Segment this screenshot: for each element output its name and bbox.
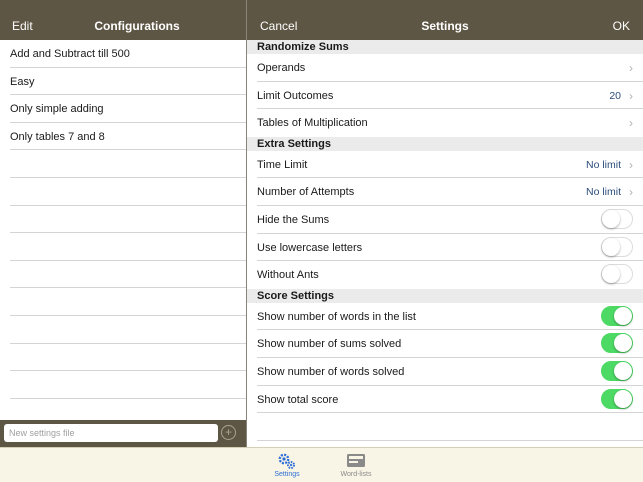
- time-limit-row[interactable]: Time Limit No limit ›: [257, 151, 643, 179]
- sums-solved-toggle[interactable]: [601, 333, 633, 354]
- tab-settings[interactable]: Settings: [257, 451, 317, 478]
- lowercase-letters-row: Use lowercase letters: [257, 234, 643, 262]
- words-solved-toggle[interactable]: [601, 360, 633, 381]
- list-item[interactable]: Add and Subtract till 500: [10, 40, 246, 68]
- section-header-score: Score Settings: [247, 288, 643, 303]
- tab-word-lists-label: Word-lists: [340, 471, 372, 478]
- chevron-right-icon: ›: [629, 61, 633, 75]
- without-ants-row: Without Ants: [257, 261, 643, 289]
- list-item[interactable]: Only tables 7 and 8: [10, 123, 246, 151]
- toggle-knob: [614, 389, 632, 408]
- hide-sums-row: Hide the Sums: [257, 206, 643, 234]
- toggle-knob: [614, 334, 632, 353]
- total-score-row: Show total score: [257, 386, 643, 414]
- chevron-right-icon: ›: [629, 157, 633, 172]
- toggle-knob: [602, 209, 620, 228]
- new-settings-file-input[interactable]: [4, 424, 218, 442]
- empty-row: [10, 233, 246, 261]
- settings-title: Settings: [421, 19, 469, 33]
- configurations-header: Edit Configurations: [0, 0, 246, 40]
- chevron-right-icon: ›: [629, 185, 633, 200]
- hide-sums-label: Hide the Sums: [257, 213, 330, 226]
- number-of-attempts-value: No limit: [585, 186, 621, 199]
- limit-outcomes-label: Limit Outcomes: [257, 89, 334, 102]
- toggle-knob: [614, 361, 632, 380]
- empty-row: [10, 178, 246, 206]
- section-header-extra: Extra Settings: [247, 136, 643, 151]
- empty-row: [10, 288, 246, 316]
- lowercase-letters-toggle[interactable]: [601, 236, 633, 257]
- without-ants-label: Without Ants: [257, 269, 319, 282]
- empty-row: [10, 371, 246, 399]
- total-score-label: Show total score: [257, 393, 339, 406]
- tab-settings-label: Settings: [274, 471, 300, 478]
- words-in-list-label: Show number of words in the list: [257, 310, 416, 323]
- lowercase-letters-label: Use lowercase letters: [257, 241, 363, 254]
- gears-icon: [257, 451, 317, 471]
- ok-button[interactable]: OK: [613, 19, 630, 33]
- list-item[interactable]: Only simple adding: [10, 95, 246, 123]
- sums-solved-row: Show number of sums solved: [257, 330, 643, 358]
- tables-of-multiplication-label: Tables of Multiplication: [257, 117, 368, 130]
- words-solved-row: Show number of words solved: [257, 358, 643, 386]
- toggle-knob: [602, 265, 620, 284]
- configurations-pane: Edit Configurations Add and Subtract til…: [0, 0, 246, 447]
- configurations-title: Configurations: [94, 19, 180, 33]
- limit-outcomes-row[interactable]: Limit Outcomes 20 ›: [257, 82, 643, 110]
- time-limit-label: Time Limit: [257, 158, 308, 171]
- settings-pane: Cancel Settings OK Randomize Sums Operan…: [247, 0, 643, 447]
- empty-row: [257, 413, 643, 441]
- tables-of-multiplication-row[interactable]: Tables of Multiplication ›: [257, 109, 643, 137]
- chevron-right-icon: ›: [629, 116, 633, 131]
- settings-header: Cancel Settings OK: [247, 0, 643, 40]
- toggle-knob: [614, 306, 632, 325]
- settings-list: Randomize Sums Operands › Limit Outcomes…: [247, 40, 643, 441]
- limit-outcomes-value: 20: [609, 89, 621, 102]
- words-solved-label: Show number of words solved: [257, 365, 405, 378]
- operands-label: Operands: [257, 62, 306, 74]
- operands-row[interactable]: Operands ›: [257, 54, 643, 82]
- empty-row: [10, 261, 246, 289]
- words-in-list-toggle[interactable]: [601, 305, 633, 326]
- chevron-right-icon: ›: [629, 88, 633, 103]
- without-ants-toggle[interactable]: [601, 264, 633, 285]
- plus-circle-icon[interactable]: +: [221, 425, 236, 440]
- empty-row: [10, 316, 246, 344]
- section-header-randomize: Randomize Sums: [247, 40, 643, 54]
- empty-row: [10, 344, 246, 372]
- sums-solved-label: Show number of sums solved: [257, 338, 402, 351]
- tab-bar: Settings Word-lists: [0, 447, 643, 482]
- list-item[interactable]: Easy: [10, 68, 246, 96]
- hide-sums-toggle[interactable]: [601, 208, 633, 229]
- toggle-knob: [602, 237, 620, 256]
- tab-word-lists[interactable]: Word-lists: [326, 451, 386, 478]
- words-in-list-row: Show number of words in the list: [257, 303, 643, 331]
- configurations-list: Add and Subtract till 500 Easy Only simp…: [0, 40, 246, 399]
- total-score-toggle[interactable]: [601, 388, 633, 409]
- empty-row: [10, 150, 246, 178]
- number-of-attempts-row[interactable]: Number of Attempts No limit ›: [257, 178, 643, 206]
- number-of-attempts-label: Number of Attempts: [257, 186, 355, 199]
- new-settings-bar: +: [0, 420, 246, 447]
- word-lists-icon: [326, 451, 386, 471]
- empty-row: [10, 206, 246, 234]
- time-limit-value: No limit: [585, 158, 621, 171]
